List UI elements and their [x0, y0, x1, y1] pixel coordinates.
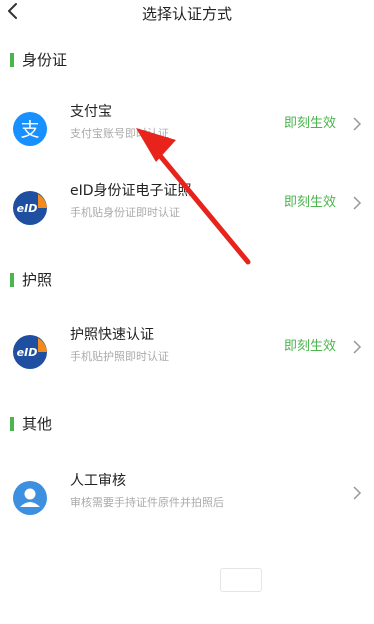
- item-name: 支付宝: [70, 104, 112, 120]
- section-label: 身份证: [22, 51, 68, 69]
- eid-icon: eID: [13, 191, 47, 225]
- item-action: 即刻生效: [283, 195, 336, 210]
- svg-text:支: 支: [20, 119, 39, 141]
- item-desc: 手机贴身份证即时认证: [70, 206, 180, 219]
- svg-text:eID: eID: [17, 202, 38, 215]
- item-action: 即刻生效: [283, 339, 336, 354]
- header: 选择认证方式: [0, 0, 374, 30]
- chevron-right-icon: [353, 196, 362, 210]
- list-item-eid[interactable]: eID eID身份证电子证照 手机贴身份证即时认证 即刻生效: [0, 182, 374, 242]
- person-icon: [13, 481, 47, 515]
- section-passport: 护照: [0, 270, 374, 290]
- eid-icon: eID: [13, 335, 47, 369]
- item-name: 护照快速认证: [70, 327, 154, 343]
- section-accent-bar: [10, 53, 14, 67]
- list-item-passport[interactable]: eID 护照快速认证 手机贴护照即时认证 即刻生效: [0, 326, 374, 386]
- section-label: 其他: [22, 415, 53, 433]
- item-name: 人工审核: [70, 473, 126, 489]
- chevron-right-icon: [353, 117, 362, 131]
- section-accent-bar: [10, 417, 14, 431]
- item-desc: 支付宝账号即时认证: [70, 127, 169, 140]
- item-desc: 手机贴护照即时认证: [70, 350, 169, 363]
- section-accent-bar: [10, 273, 14, 287]
- item-name: eID身份证电子证照: [70, 183, 192, 199]
- section-label: 护照: [22, 271, 53, 289]
- alipay-icon: 支: [13, 112, 47, 146]
- list-item-manual-review[interactable]: 人工审核 审核需要手持证件原件并拍照后: [0, 472, 374, 532]
- page-title: 选择认证方式: [141, 5, 232, 23]
- chevron-right-icon: [353, 340, 362, 354]
- section-other: 其他: [0, 414, 374, 434]
- section-id-card: 身份证: [0, 50, 374, 70]
- svg-text:eID: eID: [17, 346, 38, 359]
- chevron-right-icon: [353, 486, 362, 500]
- watermark: [220, 568, 262, 592]
- item-action: 即刻生效: [283, 116, 336, 131]
- auth-method-page: 选择认证方式 身份证 支 支付宝 支付宝账号即时认证 即刻生效 eID eID身…: [0, 0, 374, 624]
- list-item-alipay[interactable]: 支 支付宝 支付宝账号即时认证 即刻生效: [0, 103, 374, 163]
- item-desc: 审核需要手持证件原件并拍照后: [70, 496, 224, 509]
